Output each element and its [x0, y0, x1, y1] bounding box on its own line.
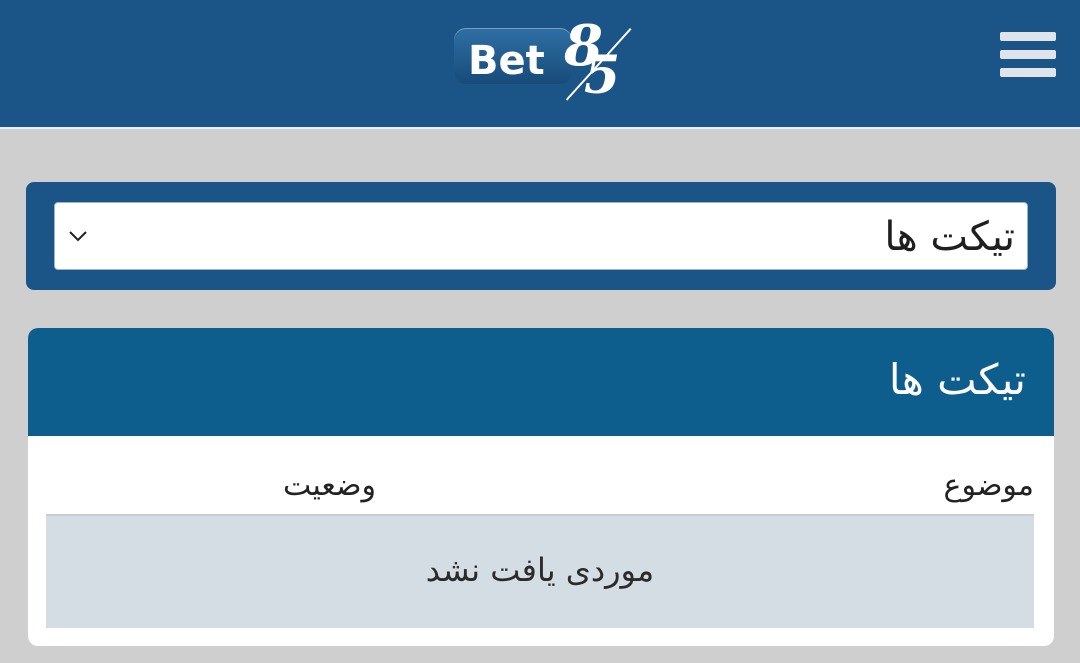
top-header: Bet 8 5: [0, 0, 1080, 129]
section-selector-panel: تیکت ها: [26, 182, 1056, 290]
column-header-status: وضعیت: [283, 468, 376, 503]
empty-message: موردی یافت نشد: [425, 551, 655, 589]
chevron-down-icon: [69, 231, 87, 242]
tickets-card: تیکت ها موضوع وضعیت موردی یافت نشد: [28, 328, 1054, 646]
column-header-subject: موضوع: [943, 468, 1034, 503]
tickets-card-header: تیکت ها: [28, 328, 1054, 436]
hamburger-menu-icon[interactable]: [1000, 32, 1058, 80]
section-select[interactable]: تیکت ها: [54, 202, 1028, 270]
logo-word: Bet: [468, 38, 545, 84]
tickets-card-title: تیکت ها: [888, 355, 1026, 404]
bet85-logo[interactable]: Bet 8 5: [454, 16, 636, 106]
section-select-value: تیکت ها: [884, 214, 1015, 260]
empty-table-row: موردی یافت نشد: [46, 514, 1034, 628]
logo-pill: Bet: [454, 28, 572, 84]
